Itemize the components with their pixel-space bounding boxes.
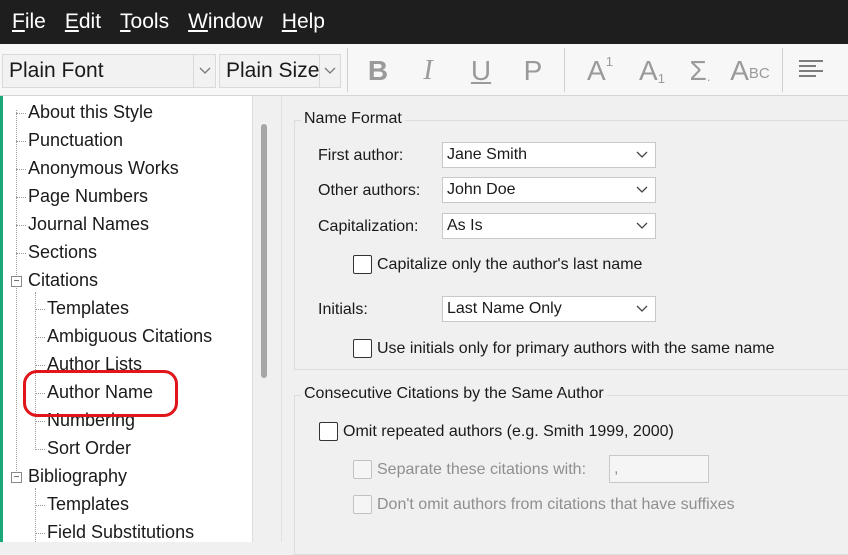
tree-item-page-numbers[interactable]: Page Numbers	[28, 186, 148, 207]
separate-citations-checkbox[interactable]	[353, 460, 372, 479]
tree-connector	[16, 113, 26, 114]
first-author-select[interactable]: Jane Smith	[442, 142, 656, 168]
scrollbar-thumb[interactable]	[261, 124, 267, 378]
settings-panel: Name Format First author: Jane Smith Oth…	[281, 96, 848, 555]
italic-button[interactable]: I	[412, 52, 444, 90]
separator-input[interactable]: ,	[609, 455, 709, 483]
menu-help[interactable]: Help	[275, 0, 332, 44]
use-initials-checkbox[interactable]	[353, 339, 372, 358]
tree-item-sort-order[interactable]: Sort Order	[47, 438, 131, 459]
chevron-down-icon	[629, 222, 655, 230]
consecutive-citations-title: Consecutive Citations by the Same Author	[301, 385, 607, 403]
menu-tools[interactable]: Tools	[113, 0, 176, 44]
tree-item-ambiguous-citations[interactable]: Ambiguous Citations	[47, 326, 212, 347]
tree-connector	[16, 141, 26, 142]
menu-bar: File Edit Tools Window Help	[0, 0, 848, 44]
plain-button[interactable]: P	[517, 52, 549, 90]
tree-scrollbar[interactable]	[255, 96, 279, 542]
tree-item-punctuation[interactable]: Punctuation	[28, 130, 123, 151]
tree-connector	[16, 197, 26, 198]
omit-repeated-checkbox[interactable]	[319, 422, 338, 441]
capitalization-select[interactable]: As Is	[442, 213, 656, 239]
smallcaps-button[interactable]: A BC	[730, 52, 770, 90]
tree-connector	[35, 449, 45, 450]
tree-connector	[35, 533, 45, 534]
first-author-label: First author:	[318, 147, 404, 164]
tree-connector	[35, 365, 45, 366]
highlight-annotation	[23, 370, 178, 417]
tree-item-citations-templates[interactable]: Templates	[47, 298, 129, 319]
chevron-down-icon	[629, 305, 655, 313]
collapse-citations-toggle[interactable]: −	[11, 276, 22, 287]
separate-citations-label: Separate these citations with:	[377, 461, 587, 478]
name-format-title: Name Format	[301, 110, 405, 128]
align-left-icon	[798, 55, 824, 87]
tree-connector	[35, 421, 45, 422]
font-select-value: Plain Font	[9, 59, 104, 82]
tree-item-anonymous-works[interactable]: Anonymous Works	[28, 158, 179, 179]
initials-select[interactable]: Last Name Only	[442, 296, 656, 322]
font-select[interactable]: Plain Font	[2, 54, 216, 88]
superscript-button[interactable]: A1	[580, 52, 620, 90]
other-authors-select[interactable]: John Doe	[442, 177, 656, 203]
tree-item-citations[interactable]: Citations	[28, 270, 98, 291]
toolbar-separator	[782, 48, 783, 92]
bold-button[interactable]: B	[362, 52, 394, 90]
capitalization-label: Capitalization:	[318, 218, 419, 235]
underline-button[interactable]: U	[465, 52, 497, 90]
tree-connector	[16, 169, 26, 170]
chevron-down-icon	[319, 55, 340, 87]
tree-item-sections[interactable]: Sections	[28, 242, 97, 263]
chevron-down-icon	[629, 151, 655, 159]
use-initials-label: Use initials only for primary authors wi…	[377, 340, 775, 357]
other-authors-label: Other authors:	[318, 182, 421, 199]
size-select[interactable]: Plain Size	[219, 54, 341, 88]
tree-connector	[35, 337, 45, 338]
tree-item-journal-names[interactable]: Journal Names	[28, 214, 149, 235]
menu-file[interactable]: File	[5, 0, 53, 44]
menu-edit[interactable]: Edit	[58, 0, 108, 44]
format-toolbar: Plain Font Plain Size B I U P A1 A1 Σ. A…	[0, 44, 848, 96]
cap-last-name-checkbox[interactable]	[353, 255, 372, 274]
dont-omit-label: Don't omit authors from citations that h…	[377, 496, 735, 513]
collapse-bibliography-toggle[interactable]: −	[11, 472, 22, 483]
tree-item-field-substitutions[interactable]: Field Substitutions	[47, 522, 194, 542]
toolbar-separator	[564, 48, 565, 92]
subscript-button[interactable]: A1	[632, 52, 672, 90]
chevron-down-icon	[629, 186, 655, 194]
align-left-button[interactable]	[797, 52, 825, 90]
toolbar-separator	[347, 48, 348, 92]
tree-connector	[35, 505, 45, 506]
size-select-value: Plain Size	[226, 59, 320, 82]
tree-item-bibliography-templates[interactable]: Templates	[47, 494, 129, 515]
tree-connector	[16, 225, 26, 226]
symbol-button[interactable]: Σ.	[685, 52, 715, 90]
dont-omit-checkbox[interactable]	[353, 495, 372, 514]
initials-label: Initials:	[318, 301, 368, 318]
menu-window[interactable]: Window	[181, 0, 270, 44]
accent-strip	[0, 96, 3, 542]
tree-item-about-style[interactable]: About this Style	[28, 102, 153, 123]
tree-connector	[16, 253, 26, 254]
omit-repeated-label: Omit repeated authors (e.g. Smith 1999, …	[343, 423, 674, 440]
tree-item-bibliography[interactable]: Bibliography	[28, 466, 127, 487]
chevron-down-icon	[193, 55, 215, 87]
tree-connector	[35, 309, 45, 310]
style-tree: − − About this Style Punctuation Anonymo…	[0, 96, 253, 542]
tree-connector	[16, 110, 17, 481]
cap-last-name-label: Capitalize only the author's last name	[377, 256, 643, 273]
